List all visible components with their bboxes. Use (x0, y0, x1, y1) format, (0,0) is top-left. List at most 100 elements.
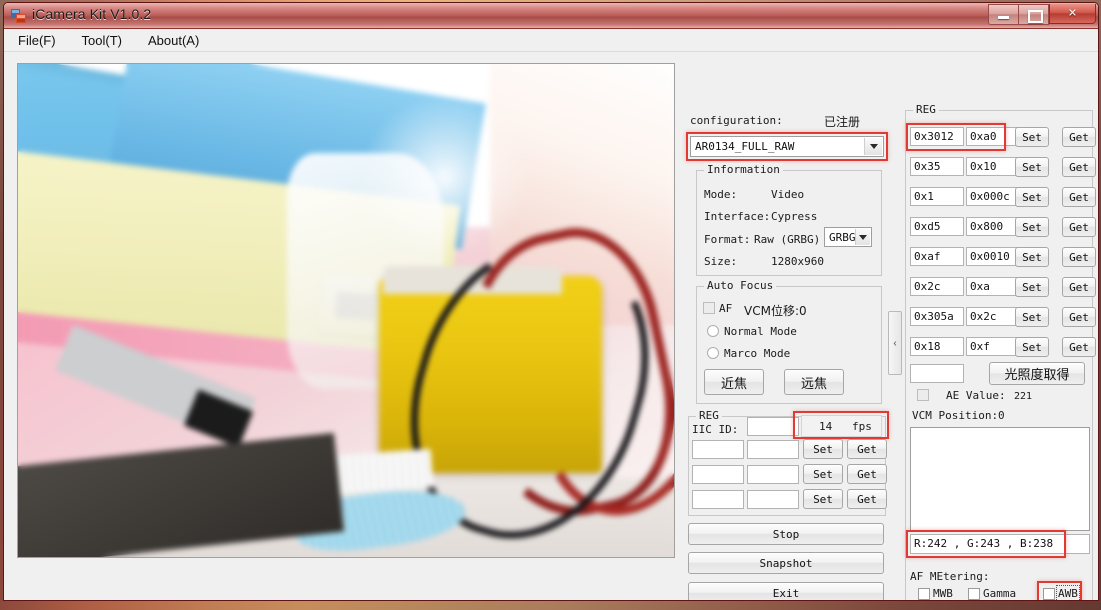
photo-blur-overlay (18, 64, 674, 557)
maximize-icon (1028, 10, 1043, 23)
maximize-button[interactable] (1019, 4, 1049, 25)
right-reg-get-6[interactable]: Get (1062, 307, 1096, 327)
normal-mode-radio[interactable] (707, 325, 719, 337)
ae-checkbox[interactable] (917, 389, 929, 401)
af-checkbox[interactable] (703, 302, 715, 314)
right-reg-addr-7[interactable]: 0x18 (910, 337, 964, 356)
right-reg-val-4[interactable]: 0x0010 (966, 247, 1020, 266)
right-reg-set-2[interactable]: Set (1015, 187, 1049, 207)
left-reg-val-1[interactable] (747, 465, 799, 484)
log-listbox[interactable] (910, 427, 1090, 531)
fps-unit: fps (852, 420, 872, 433)
left-reg-val-2[interactable] (747, 490, 799, 509)
right-reg-val-1[interactable]: 0x10 (966, 157, 1020, 176)
awb-label: AWB (1056, 585, 1080, 600)
awb-checkbox[interactable] (1043, 588, 1055, 600)
right-reg-val-2[interactable]: 0x000c (966, 187, 1020, 206)
window-title: iCamera Kit V1.0.2 (32, 6, 152, 22)
icamera-kit-window: iCamera Kit V1.0.2 ✕ File(F) Tool(T) Abo… (3, 2, 1099, 601)
right-reg-get-0[interactable]: Get (1062, 127, 1096, 147)
right-reg-val-5[interactable]: 0xa (966, 277, 1020, 296)
interface-label: Interface: (704, 210, 771, 223)
app-icon (11, 9, 26, 23)
snapshot-button[interactable]: Snapshot (688, 552, 884, 574)
close-button[interactable]: ✕ (1049, 4, 1096, 24)
right-reg-get-3[interactable]: Get (1062, 217, 1096, 237)
chevron-down-icon[interactable] (855, 229, 870, 245)
right-reg-get-1[interactable]: Get (1062, 157, 1096, 177)
title-bar[interactable]: iCamera Kit V1.0.2 ✕ (4, 3, 1098, 29)
gamma-checkbox[interactable] (968, 588, 980, 600)
right-reg-val-0[interactable]: 0xa0 (966, 127, 1020, 146)
left-reg-set-2[interactable]: Set (803, 489, 843, 509)
left-reg-get-2[interactable]: Get (847, 489, 887, 509)
size-label: Size: (704, 255, 738, 268)
right-reg-set-3[interactable]: Set (1015, 217, 1049, 237)
chevron-down-icon[interactable] (864, 138, 882, 155)
right-reg-val-7[interactable]: 0xf (966, 337, 1020, 356)
right-reg-addr-4[interactable]: 0xaf (910, 247, 964, 266)
marco-mode-radio[interactable] (707, 347, 719, 359)
lux-acquire-button[interactable]: 光照度取得 (989, 362, 1085, 385)
preview-photo (18, 64, 674, 557)
right-reg-set-1[interactable]: Set (1015, 157, 1049, 177)
camera-preview[interactable] (17, 63, 675, 558)
near-focus-button[interactable]: 近焦 (704, 369, 764, 395)
right-reg-val-3[interactable]: 0x800 (966, 217, 1020, 236)
vcm-position-label: VCM Position: (912, 409, 999, 422)
right-reg-set-4[interactable]: Set (1015, 247, 1049, 267)
normal-mode-label: Normal Mode (724, 325, 797, 338)
right-reg-set-5[interactable]: Set (1015, 277, 1049, 297)
information-group-label: Information (704, 163, 783, 176)
menu-tool[interactable]: Tool(T) (78, 32, 126, 49)
iic-id-input[interactable] (747, 417, 799, 436)
right-reg-get-5[interactable]: Get (1062, 277, 1096, 297)
mode-value: Video (771, 188, 805, 201)
format-combo[interactable]: GRBG (824, 227, 872, 247)
right-reg-get-2[interactable]: Get (1062, 187, 1096, 207)
format-combo-value: GRBG (829, 230, 856, 244)
right-reg-get-4[interactable]: Get (1062, 247, 1096, 267)
right-reg-set-0[interactable]: Set (1015, 127, 1049, 147)
ae-value-label: AE Value: (946, 389, 1006, 402)
stop-button[interactable]: Stop (688, 523, 884, 545)
format-label: Format: (704, 233, 751, 246)
right-reg-addr-2[interactable]: 0x1 (910, 187, 964, 206)
minimize-icon (998, 16, 1009, 19)
right-reg-addr-6[interactable]: 0x305a (910, 307, 964, 326)
chevron-left-icon: ‹ (893, 337, 897, 349)
far-focus-button[interactable]: 远焦 (784, 369, 844, 395)
vcm-offset-label: VCM位移:0 (744, 304, 807, 318)
menu-file[interactable]: File(F) (14, 32, 60, 49)
client-area: ‹ configuration: 已注册 AR0134_FULL_RAW Inf… (4, 52, 1098, 600)
right-reg-val-6[interactable]: 0x2c (966, 307, 1020, 326)
right-reg-set-6[interactable]: Set (1015, 307, 1049, 327)
left-reg-addr-2[interactable] (692, 490, 744, 509)
close-icon: ✕ (1067, 7, 1078, 19)
left-reg-get-1[interactable]: Get (847, 464, 887, 484)
left-reg-set-1[interactable]: Set (803, 464, 843, 484)
left-reg-val-0[interactable] (747, 440, 799, 459)
window-controls: ✕ (988, 3, 1096, 25)
panel-collapse-splitter[interactable]: ‹ (888, 311, 902, 375)
mwb-checkbox[interactable] (918, 588, 930, 600)
minimize-button[interactable] (988, 4, 1019, 25)
left-reg-set-0[interactable]: Set (803, 439, 843, 459)
configuration-combo[interactable]: AR0134_FULL_RAW (690, 136, 884, 157)
left-reg-addr-1[interactable] (692, 465, 744, 484)
right-reg-group-label: REG (913, 103, 939, 116)
vcm-position-value: 0 (998, 409, 1005, 422)
menu-about[interactable]: About(A) (144, 32, 203, 49)
right-reg-set-7[interactable]: Set (1015, 337, 1049, 357)
right-reg-addr-1[interactable]: 0x35 (910, 157, 964, 176)
marco-mode-label: Marco Mode (724, 347, 791, 360)
right-reg-addr-3[interactable]: 0xd5 (910, 217, 964, 236)
right-reg-addr-5[interactable]: 0x2c (910, 277, 964, 296)
left-reg-addr-0[interactable] (692, 440, 744, 459)
right-reg-get-7[interactable]: Get (1062, 337, 1096, 357)
left-reg-get-0[interactable]: Get (847, 439, 887, 459)
right-reg-addr-0[interactable]: 0x3012 (910, 127, 964, 146)
lux-input[interactable] (910, 364, 964, 383)
exit-button[interactable]: Exit (688, 582, 884, 600)
rgb-readout: R:242 , G:243 , B:238 (910, 534, 1090, 554)
